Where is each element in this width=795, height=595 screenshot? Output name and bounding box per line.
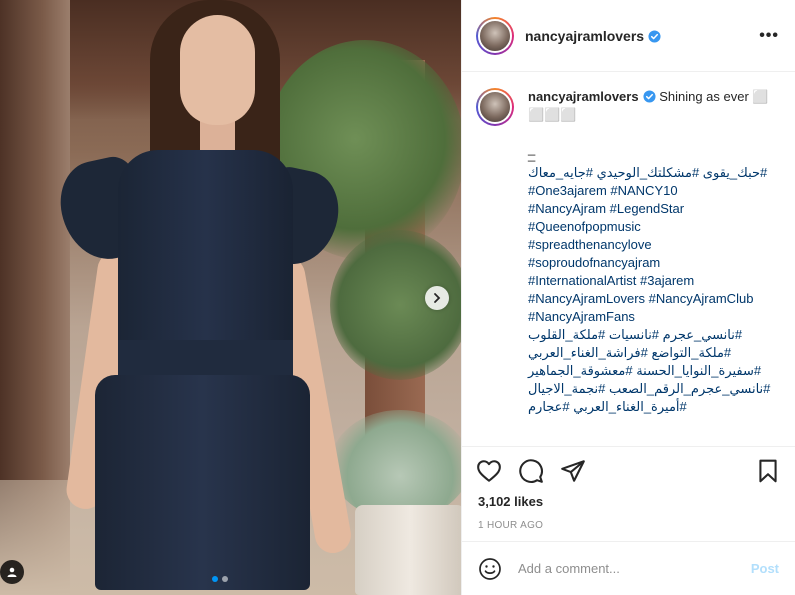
photo-plant xyxy=(330,410,461,520)
caption-body: nancyajramlovers Shining as ever ⬜ ⬜⬜⬜ _… xyxy=(528,88,770,436)
hashtag-line[interactable]: #NancyAjramFans xyxy=(528,308,770,326)
avatar[interactable] xyxy=(476,16,514,55)
comment-icon[interactable] xyxy=(518,458,544,484)
carousel-dot-2 xyxy=(222,576,228,582)
photo-waist xyxy=(118,340,293,380)
paper-plane-icon[interactable] xyxy=(560,458,586,484)
instagram-post: nancyajramlovers ••• nancyajramlovers Sh… xyxy=(0,0,795,595)
hashtag-list: #حبك_يقوى #مشكلتك_الوحيدي #جايه_معاك #One… xyxy=(528,164,770,416)
caption-separator: _ xyxy=(528,147,536,162)
photo-face xyxy=(180,15,255,125)
post-sidebar: nancyajramlovers ••• nancyajramlovers Sh… xyxy=(461,0,795,595)
tagged-users-button[interactable] xyxy=(0,560,24,584)
post-comment-button[interactable]: Post xyxy=(751,561,779,576)
comment-box: Post xyxy=(462,541,795,595)
carousel-next-button[interactable] xyxy=(425,286,449,310)
comment-input[interactable] xyxy=(518,561,751,576)
bookmark-icon[interactable] xyxy=(755,458,781,484)
hashtag-line[interactable]: #ملكة_التواضع #فراشة_الغناء_العربي xyxy=(528,344,770,362)
hashtag-line[interactable]: #spreadthenancylove xyxy=(528,236,770,254)
carousel-dot-1 xyxy=(212,576,218,582)
carousel-indicator xyxy=(212,576,228,582)
hashtag-line[interactable]: #NancyAjram #LegendStar xyxy=(528,200,770,218)
action-bar xyxy=(462,446,795,494)
verified-badge-icon xyxy=(643,90,656,103)
more-options-button[interactable]: ••• xyxy=(759,27,779,45)
caption-block: nancyajramlovers Shining as ever ⬜ ⬜⬜⬜ _… xyxy=(462,72,795,436)
username-text[interactable]: nancyajramlovers xyxy=(525,28,644,44)
hashtag-line[interactable]: #InternationalArtist #3ajarem xyxy=(528,272,770,290)
like-count[interactable]: 3,102 likes xyxy=(462,494,795,509)
post-timestamp[interactable]: 1 HOUR AGO xyxy=(462,509,795,541)
caption-username[interactable]: nancyajramlovers xyxy=(528,89,639,104)
photo-torso xyxy=(118,150,293,360)
caption-text-line2: ⬜⬜⬜ xyxy=(528,107,577,122)
caption-avatar[interactable] xyxy=(476,88,514,126)
hashtag-line[interactable]: #Queenofpopmusic xyxy=(528,218,770,236)
caption-text: Shining as ever ⬜ xyxy=(659,89,769,104)
post-photo[interactable] xyxy=(0,0,461,595)
hashtag-line[interactable]: #soproudofnancyajram xyxy=(528,254,770,272)
hashtag-line[interactable]: #NancyAjramLovers #NancyAjramClub xyxy=(528,290,770,308)
header-username[interactable]: nancyajramlovers xyxy=(525,28,661,44)
emoji-icon[interactable] xyxy=(478,557,502,581)
chevron-right-icon xyxy=(434,293,441,303)
hashtag-line[interactable]: #نانسي_عجرم_الرقم_الصعب #نجمة_الاجيال xyxy=(528,380,770,398)
verified-badge-icon xyxy=(648,29,661,43)
hashtag-line[interactable]: #One3ajarem #NANCY10 xyxy=(528,182,770,200)
hashtag-line[interactable]: #حبك_يقوى #مشكلتك_الوحيدي #جايه_معاك xyxy=(528,164,770,182)
hashtag-line[interactable]: #نانسي_عجرم #نانسيات #ملكة_القلوب xyxy=(528,326,770,344)
hashtag-line[interactable]: #سفيرة_النوايا_الحسنة #معشوقة_الجماهير xyxy=(528,362,770,380)
photo-shorts xyxy=(95,375,310,590)
hashtag-line[interactable]: #أميرة_الغناء_العربي #عجارم xyxy=(528,398,770,416)
heart-icon[interactable] xyxy=(476,458,502,484)
post-header: nancyajramlovers ••• xyxy=(462,0,795,72)
user-tag-icon xyxy=(7,567,17,577)
photo-pot xyxy=(355,505,461,595)
